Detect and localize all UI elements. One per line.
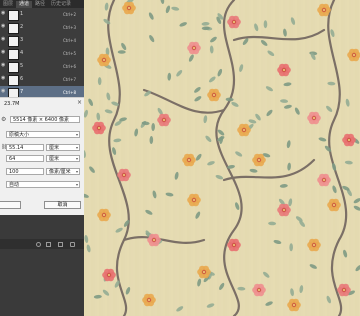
channel-name: 7 <box>20 89 24 95</box>
load-selection-icon[interactable] <box>36 242 41 247</box>
chevron-down-icon: ▾ <box>75 156 78 161</box>
channel-row[interactable]: ◉ 2 Ctrl+3 <box>0 21 84 35</box>
channel-thumbnail <box>8 62 19 73</box>
ok-button[interactable] <box>0 201 21 209</box>
chevron-down-icon: ▾ <box>75 145 78 150</box>
width-unit-value: 厘米 <box>49 145 60 151</box>
image-size-value: 23.7M <box>4 101 20 107</box>
tab-channels[interactable]: 通道 <box>16 1 33 8</box>
channel-thumbnail <box>8 75 19 86</box>
chevron-down-icon: ▾ <box>75 169 78 174</box>
cancel-button[interactable]: 取消 <box>44 201 81 209</box>
eye-icon[interactable]: ◉ <box>1 24 6 29</box>
resolution-unit-value: 像素/厘米 <box>49 169 71 175</box>
fit-to-value: 原稿大小 <box>9 132 30 138</box>
document-canvas[interactable] <box>84 0 360 316</box>
channel-shortcut: Ctrl+4 <box>62 38 76 43</box>
new-channel-icon[interactable] <box>58 242 63 247</box>
channel-thumbnail <box>8 49 19 60</box>
channel-row[interactable]: ◉ 4 Ctrl+5 <box>0 47 84 61</box>
channel-thumbnail <box>8 10 19 21</box>
tab-layers[interactable]: 图层 <box>0 1 16 8</box>
channel-shortcut: Ctrl+3 <box>62 25 76 30</box>
close-icon[interactable]: × <box>77 99 82 106</box>
channel-thumbnail <box>8 36 19 47</box>
eye-icon[interactable]: ◉ <box>1 89 6 94</box>
channel-name: 3 <box>20 37 24 43</box>
width-input[interactable]: 55.14 <box>6 144 44 151</box>
channel-row[interactable]: ◉ 3 Ctrl+4 <box>0 34 84 48</box>
channels-panel: 图层 通道 路径 历史记录 ◉ 1 Ctrl+2 ◉ 2 Ctrl+3 ◉ 3 Ctrl+4 ◉ 4… <box>0 0 84 316</box>
resolution-input[interactable]: 100 <box>6 168 44 175</box>
tab-history[interactable]: 历史记录 <box>48 1 74 8</box>
eye-icon[interactable]: ◉ <box>1 11 6 16</box>
channel-shortcut: Ctrl+5 <box>62 51 76 56</box>
panel-tabs: 图层 通道 路径 历史记录 <box>0 0 84 8</box>
chevron-down-icon: ▾ <box>75 182 78 187</box>
chevron-down-icon: ▾ <box>75 132 78 137</box>
channel-row[interactable]: ◉ 5 Ctrl+6 <box>0 60 84 74</box>
eye-icon[interactable]: ◉ <box>1 50 6 55</box>
width-unit-select[interactable]: 厘米 ▾ <box>46 144 80 151</box>
gear-icon[interactable]: ⚙ <box>1 116 6 123</box>
channel-row[interactable]: ◉ 6 Ctrl+7 <box>0 73 84 87</box>
panel-bottom-bar <box>0 239 84 249</box>
eye-icon[interactable]: ◉ <box>1 37 6 42</box>
channel-shortcut: Ctrl+2 <box>62 12 76 17</box>
channel-shortcut: Ctrl+6 <box>62 64 76 69</box>
fit-to-select[interactable]: 原稿大小 ▾ <box>6 131 80 138</box>
eye-icon[interactable]: ◉ <box>1 76 6 81</box>
channel-row[interactable]: ◉ 1 Ctrl+2 <box>0 8 84 22</box>
height-unit-value: 厘米 <box>49 156 60 162</box>
floral-pattern-image <box>84 0 360 316</box>
save-selection-icon[interactable] <box>46 242 51 247</box>
dimensions-field: 5514 像素 × 6400 像素 <box>10 116 80 123</box>
height-unit-select[interactable]: 厘米 ▾ <box>46 155 80 162</box>
channel-name: 6 <box>20 76 24 82</box>
resolution-unit-select[interactable]: 像素/厘米 ▾ <box>46 168 80 175</box>
channel-name: 2 <box>20 24 24 30</box>
delete-channel-icon[interactable] <box>70 242 75 247</box>
channel-name: 4 <box>20 50 24 56</box>
channel-name: 1 <box>20 11 24 17</box>
channel-shortcut: Ctrl+8 <box>62 90 76 95</box>
channel-name: 5 <box>20 63 24 69</box>
image-size-dialog: × 23.7M ⚙ 5514 像素 × 6400 像素 原稿大小 ▾ ⛓ 55.1… <box>0 97 84 215</box>
height-input[interactable]: 64 <box>6 155 44 162</box>
tab-paths[interactable]: 路径 <box>32 1 48 8</box>
channel-shortcut: Ctrl+7 <box>62 77 76 82</box>
resample-value: 自动 <box>9 182 20 188</box>
channel-thumbnail <box>8 23 19 34</box>
resample-select[interactable]: 自动 ▾ <box>6 181 80 188</box>
eye-icon[interactable]: ◉ <box>1 63 6 68</box>
